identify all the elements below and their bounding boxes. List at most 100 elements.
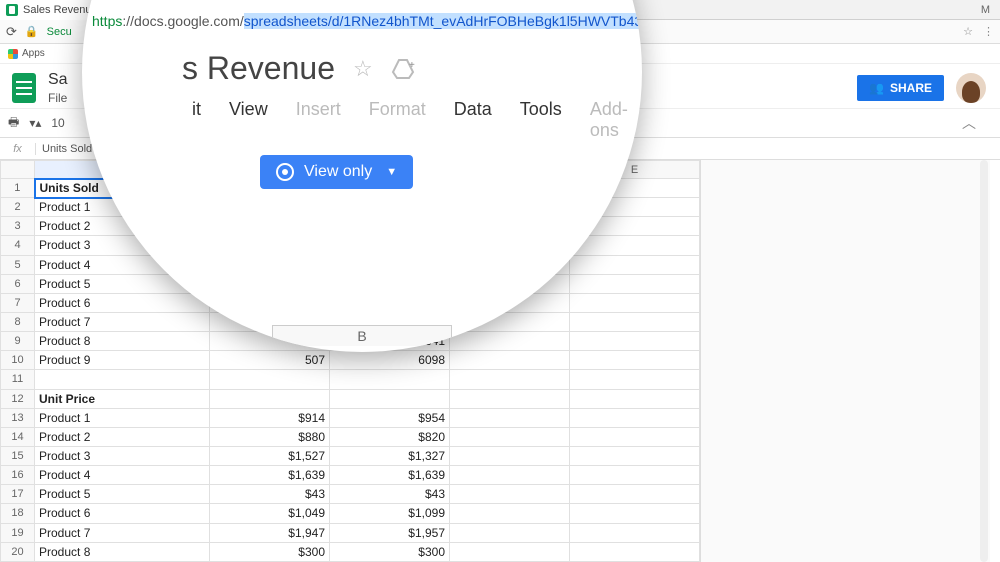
cell[interactable] [570, 504, 700, 523]
row-header[interactable]: 8 [1, 312, 35, 331]
cell[interactable] [450, 351, 570, 370]
cell[interactable] [210, 370, 330, 389]
cell[interactable] [570, 389, 700, 408]
cell[interactable] [570, 542, 700, 561]
cell[interactable]: $43 [330, 485, 450, 504]
table-row[interactable]: 11 [1, 370, 700, 389]
cell[interactable]: $300 [210, 542, 330, 561]
cell[interactable] [450, 504, 570, 523]
cell[interactable] [330, 389, 450, 408]
view-only-button[interactable]: View only ▼ [260, 155, 413, 189]
cell[interactable]: Product 3 [35, 446, 210, 465]
row-header[interactable]: 6 [1, 274, 35, 293]
sheets-logo-icon[interactable] [8, 68, 40, 108]
cell[interactable] [450, 446, 570, 465]
reload-icon[interactable]: ⟳ [6, 24, 17, 40]
table-row[interactable]: 14Product 2$880$820 [1, 427, 700, 446]
menu-tools[interactable]: Tools [520, 99, 562, 141]
select-all-corner[interactable] [1, 161, 35, 179]
menu-view[interactable]: View [229, 99, 268, 141]
cell[interactable] [330, 370, 450, 389]
table-row[interactable]: 15Product 3$1,527$1,327 [1, 446, 700, 465]
cell[interactable]: Product 4 [35, 466, 210, 485]
cell[interactable] [570, 351, 700, 370]
zoom-level[interactable]: 10 [51, 116, 64, 130]
cell[interactable] [210, 389, 330, 408]
row-header[interactable]: 1 [1, 179, 35, 198]
menu-insert[interactable]: Insert [296, 99, 341, 141]
cell[interactable]: $1,947 [210, 523, 330, 542]
cell[interactable]: Product 9 [35, 351, 210, 370]
row-header[interactable]: 20 [1, 542, 35, 561]
cell[interactable] [35, 370, 210, 389]
cell[interactable] [570, 427, 700, 446]
cell[interactable]: $43 [210, 485, 330, 504]
filter-icon[interactable]: ▾▴ [29, 116, 41, 130]
cell[interactable]: $1,049 [210, 504, 330, 523]
table-row[interactable]: 17Product 5$43$43 [1, 485, 700, 504]
cell[interactable]: Product 1 [35, 408, 210, 427]
cell[interactable] [570, 523, 700, 542]
row-header[interactable]: 7 [1, 293, 35, 312]
cell[interactable]: $1,099 [330, 504, 450, 523]
row-header[interactable]: 18 [1, 504, 35, 523]
magnified-url[interactable]: https://docs.google.com/spreadsheets/d/1… [82, 10, 642, 32]
star-icon[interactable]: ☆ [963, 25, 973, 38]
row-header[interactable]: 14 [1, 427, 35, 446]
cell[interactable]: $1,639 [330, 466, 450, 485]
table-row[interactable]: 10Product 95076098 [1, 351, 700, 370]
cell[interactable]: $954 [330, 408, 450, 427]
row-header[interactable]: 19 [1, 523, 35, 542]
cell[interactable]: $1,327 [330, 446, 450, 465]
apps-label[interactable]: Apps [22, 48, 45, 59]
row-header[interactable]: 13 [1, 408, 35, 427]
cell[interactable]: $914 [210, 408, 330, 427]
avatar[interactable] [956, 73, 986, 103]
cell[interactable]: $300 [330, 542, 450, 561]
menu-data[interactable]: Data [454, 99, 492, 141]
apps-icon[interactable] [8, 49, 18, 59]
table-row[interactable]: 12Unit Price [1, 389, 700, 408]
cell[interactable]: 6098 [330, 351, 450, 370]
menu-edit-fragment[interactable]: it [192, 99, 201, 141]
magnified-col-b[interactable]: B [272, 325, 452, 346]
cell[interactable]: $1,639 [210, 466, 330, 485]
row-header[interactable]: 10 [1, 351, 35, 370]
cell[interactable]: Unit Price [35, 389, 210, 408]
share-button[interactable]: 👥 SHARE [857, 75, 944, 101]
cell[interactable]: $1,527 [210, 446, 330, 465]
cell[interactable] [450, 389, 570, 408]
table-row[interactable]: 18Product 6$1,049$1,099 [1, 504, 700, 523]
cell[interactable]: Product 6 [35, 504, 210, 523]
cell[interactable] [570, 466, 700, 485]
cell[interactable]: Product 8 [35, 542, 210, 561]
cell[interactable]: 507 [210, 351, 330, 370]
profile-initial[interactable]: M [981, 4, 990, 16]
table-row[interactable]: 13Product 1$914$954 [1, 408, 700, 427]
cell[interactable]: Product 7 [35, 523, 210, 542]
magnified-title[interactable]: s Revenue [182, 50, 335, 87]
cell[interactable] [570, 485, 700, 504]
cell[interactable] [450, 370, 570, 389]
cell[interactable] [450, 427, 570, 446]
cell[interactable] [450, 523, 570, 542]
cell[interactable]: Product 5 [35, 485, 210, 504]
cell[interactable]: Product 2 [35, 427, 210, 446]
row-header[interactable]: 9 [1, 332, 35, 351]
cell[interactable] [450, 466, 570, 485]
table-row[interactable]: 16Product 4$1,639$1,639 [1, 466, 700, 485]
cell[interactable]: $820 [330, 427, 450, 446]
menu-addons[interactable]: Add-ons [590, 99, 642, 141]
cell[interactable] [450, 485, 570, 504]
row-header[interactable]: 2 [1, 198, 35, 217]
row-header[interactable]: 17 [1, 485, 35, 504]
cell[interactable]: $1,957 [330, 523, 450, 542]
cell[interactable] [570, 408, 700, 427]
table-row[interactable]: 19Product 7$1,947$1,957 [1, 523, 700, 542]
star-icon[interactable]: ☆ [353, 56, 373, 82]
cell[interactable] [450, 408, 570, 427]
row-header[interactable]: 5 [1, 255, 35, 274]
row-header[interactable]: 3 [1, 217, 35, 236]
cell[interactable] [570, 370, 700, 389]
row-header[interactable]: 16 [1, 466, 35, 485]
